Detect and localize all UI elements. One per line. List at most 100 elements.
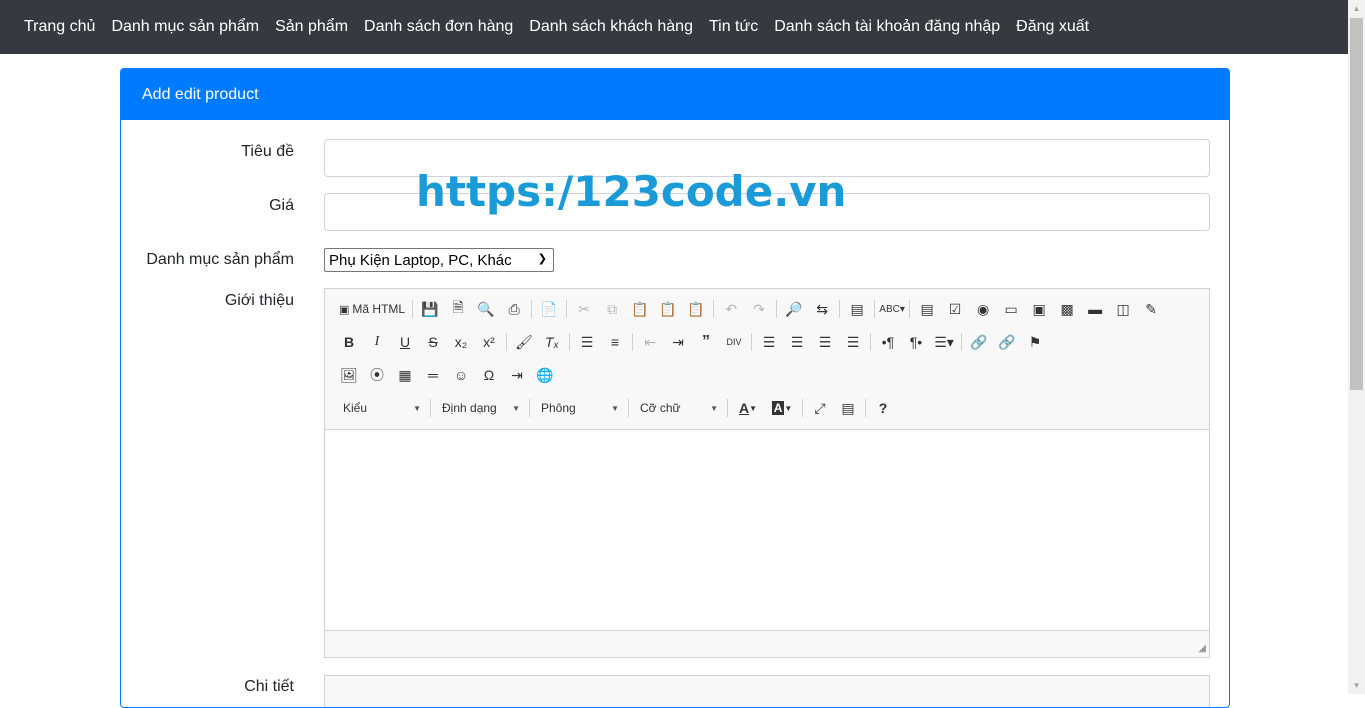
nav-news[interactable]: Tin tức xyxy=(701,18,766,36)
nav-logout[interactable]: Đăng xuất xyxy=(1008,18,1097,36)
new-page-icon[interactable]: 🗎 xyxy=(444,297,472,321)
unlink-icon[interactable]: 🔗 xyxy=(993,330,1021,354)
show-blocks-icon[interactable]: ▤ xyxy=(834,396,862,420)
outdent-icon[interactable]: ⇤ xyxy=(636,330,664,354)
toolbar-separator xyxy=(870,333,871,351)
bold-icon[interactable]: B xyxy=(335,330,363,354)
hidden-field-icon[interactable]: ✎ xyxy=(1137,297,1165,321)
blockquote-icon[interactable]: ” xyxy=(692,330,720,354)
superscript-icon[interactable]: x² xyxy=(475,330,503,354)
image-icon[interactable]: 🖼 xyxy=(335,363,363,387)
resize-grip-icon[interactable]: ◢ xyxy=(1198,643,1206,654)
toolbar-separator xyxy=(874,300,876,318)
replace-icon[interactable]: ⇆ xyxy=(808,297,836,321)
chevron-down-icon: ❯ xyxy=(537,253,547,265)
nav-home[interactable]: Trang chủ xyxy=(16,18,103,36)
spellcheck-icon[interactable]: ABC▾ xyxy=(878,297,906,321)
format-combo[interactable]: Định dạng ▼ xyxy=(434,396,526,420)
redo-icon[interactable]: ↷ xyxy=(745,297,773,321)
italic-icon[interactable]: I xyxy=(363,330,391,354)
link-icon[interactable]: 🔗 xyxy=(965,330,993,354)
text-color-icon[interactable]: A ▼ xyxy=(731,396,765,420)
select-field-icon[interactable]: ▩ xyxy=(1053,297,1081,321)
strikethrough-icon[interactable]: S xyxy=(419,330,447,354)
paste-icon[interactable]: 📋 xyxy=(626,297,654,321)
toolbar-row-1: ▣ Mã HTML 💾 🗎 🔍 ⎙ 📄 ✂ ⧉ 📋 📋 📋 ↶ ↷ 🔎 ⇆ ▤ … xyxy=(335,296,1165,322)
toolbar-separator xyxy=(632,333,633,351)
nav-product-categories[interactable]: Danh mục sản phẩm xyxy=(103,18,267,36)
numbered-list-icon[interactable]: ☰ xyxy=(573,330,601,354)
undo-icon[interactable]: ↶ xyxy=(717,297,745,321)
flash-icon[interactable]: ⦿ xyxy=(363,363,391,387)
table-icon[interactable]: ▦ xyxy=(391,363,419,387)
watermark-text: https:/123code.vn xyxy=(416,167,847,216)
print-icon[interactable]: ⎙ xyxy=(500,297,528,321)
create-div-icon[interactable]: DIV xyxy=(720,330,748,354)
scroll-thumb[interactable] xyxy=(1350,18,1363,390)
iframe-globe-icon[interactable]: 🌐 xyxy=(531,363,559,387)
scroll-up-arrow-icon[interactable]: ▲ xyxy=(1348,0,1365,17)
dropdown-arrow-icon: ▼ xyxy=(611,403,619,413)
page-break-icon[interactable]: ⇥ xyxy=(503,363,531,387)
category-select[interactable]: Phụ Kiện Laptop, PC, Khác ❯ xyxy=(324,248,554,272)
nav-accounts[interactable]: Danh sách tài khoản đăng nhập xyxy=(766,18,1008,36)
scroll-down-arrow-icon[interactable]: ▼ xyxy=(1348,677,1365,694)
ltr-icon[interactable]: •¶ xyxy=(874,330,902,354)
toolbar-row-4: Kiểu ▼ Định dạng ▼ Phông ▼ Cỡ chữ ▼ A ▼ … xyxy=(335,395,897,421)
toolbar-separator xyxy=(529,399,530,417)
nav-products[interactable]: Sản phẩm xyxy=(267,18,356,36)
subscript-icon[interactable]: x₂ xyxy=(447,330,475,354)
checkbox-icon[interactable]: ☑ xyxy=(941,297,969,321)
select-all-icon[interactable]: ▤ xyxy=(843,297,871,321)
copy-format-icon[interactable]: 🖌 xyxy=(510,330,538,354)
textarea-icon[interactable]: ▣ xyxy=(1025,297,1053,321)
source-icon: ▣ xyxy=(339,303,350,316)
source-html-button[interactable]: ▣ Mã HTML xyxy=(335,297,409,321)
image-button-icon[interactable]: ◫ xyxy=(1109,297,1137,321)
paste-text-icon[interactable]: 📋 xyxy=(654,297,682,321)
underline-icon[interactable]: U xyxy=(391,330,419,354)
form-icon[interactable]: ▤ xyxy=(913,297,941,321)
bulleted-list-icon[interactable]: ≡ xyxy=(601,330,629,354)
find-icon[interactable]: 🔎 xyxy=(780,297,808,321)
templates-icon[interactable]: 📄 xyxy=(535,297,563,321)
toolbar-separator xyxy=(909,300,911,318)
special-char-icon[interactable]: Ω xyxy=(475,363,503,387)
page-scrollbar[interactable]: ▲ ▼ xyxy=(1348,0,1365,694)
indent-icon[interactable]: ⇥ xyxy=(664,330,692,354)
font-combo-label: Phông xyxy=(541,401,576,415)
textfield-icon[interactable]: ▭ xyxy=(997,297,1025,321)
anchor-flag-icon[interactable]: ⚑ xyxy=(1021,330,1049,354)
dropdown-arrow-icon: ▼ xyxy=(413,403,421,413)
preview-icon[interactable]: 🔍 xyxy=(472,297,500,321)
save-icon[interactable]: 💾 xyxy=(416,297,444,321)
font-size-combo[interactable]: Cỡ chữ ▼ xyxy=(632,396,724,420)
font-combo[interactable]: Phông ▼ xyxy=(533,396,625,420)
paste-word-icon[interactable]: 📋 xyxy=(682,297,710,321)
maximize-icon[interactable]: ⤢ xyxy=(806,396,834,420)
nav-orders[interactable]: Danh sách đơn hàng xyxy=(356,18,521,36)
rtl-icon[interactable]: ¶• xyxy=(902,330,930,354)
button-field-icon[interactable]: ▬ xyxy=(1081,297,1109,321)
radio-icon[interactable]: ◉ xyxy=(969,297,997,321)
toolbar-separator xyxy=(713,300,715,318)
style-combo[interactable]: Kiểu ▼ xyxy=(335,396,427,420)
horizontal-line-icon[interactable]: ═ xyxy=(419,363,447,387)
toolbar-separator xyxy=(961,333,962,351)
copy-icon[interactable]: ⧉ xyxy=(598,297,626,321)
align-right-icon[interactable]: ☰ xyxy=(811,330,839,354)
align-left-icon[interactable]: ☰ xyxy=(755,330,783,354)
nav-customers[interactable]: Danh sách khách hàng xyxy=(521,18,701,36)
help-icon[interactable]: ? xyxy=(869,396,897,420)
bg-color-icon[interactable]: A ▼ xyxy=(765,396,799,420)
remove-format-icon[interactable]: Tₓ xyxy=(538,330,566,354)
card-header: Add edit product xyxy=(121,69,1229,120)
align-justify-icon[interactable]: ☰ xyxy=(839,330,867,354)
align-center-icon[interactable]: ☰ xyxy=(783,330,811,354)
detail-editor xyxy=(324,675,1210,707)
language-icon[interactable]: ☰▾ xyxy=(930,330,958,354)
smiley-icon[interactable]: ☺ xyxy=(447,363,475,387)
intro-editor-content[interactable] xyxy=(325,430,1209,630)
cut-icon[interactable]: ✂ xyxy=(570,297,598,321)
editor-status-bar: ◢ xyxy=(325,630,1209,657)
